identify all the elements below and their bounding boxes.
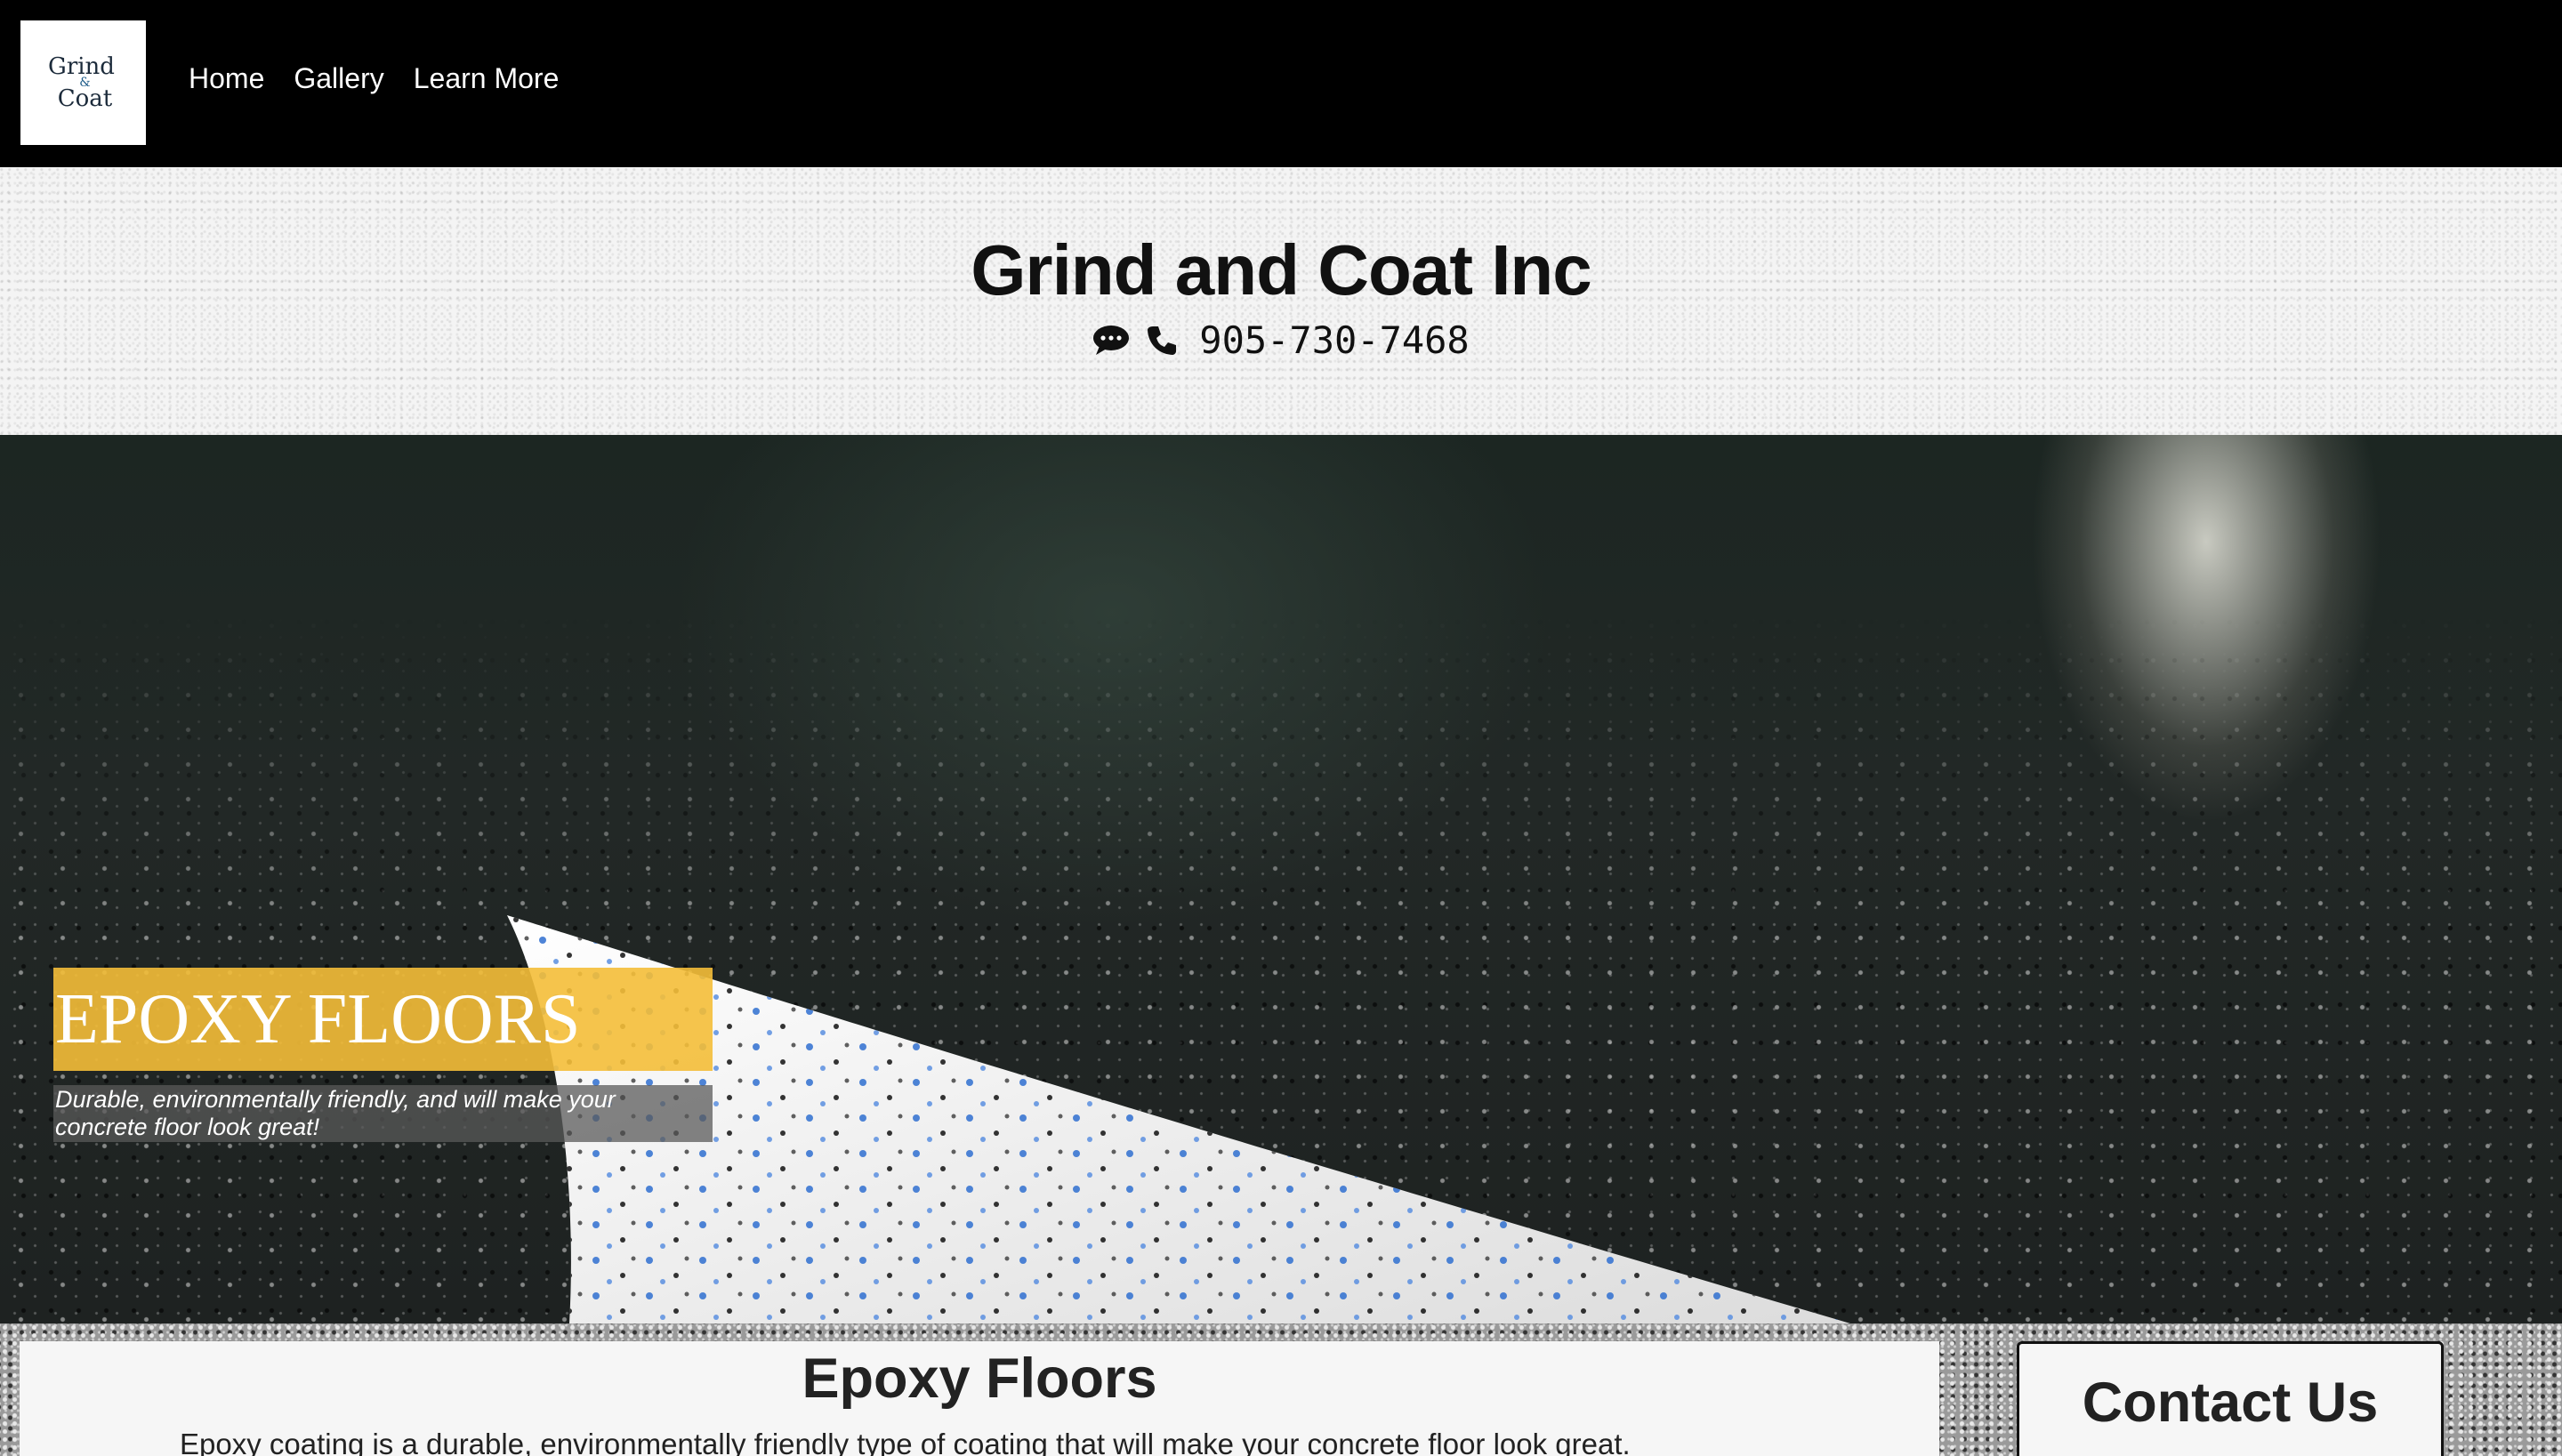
site-title: Grind and Coat Inc: [971, 230, 1592, 310]
chat-icon[interactable]: [1092, 325, 1130, 357]
logo-line-2: Coat: [57, 85, 113, 112]
contact-title: Contact Us: [2082, 1372, 2379, 1434]
hero-title: EPOXY FLOORS: [53, 968, 713, 1071]
main-content-card: Epoxy Floors Epoxy coating is a durable,…: [20, 1341, 1939, 1456]
phone-icon[interactable]: [1146, 325, 1178, 357]
hero-subtitle-line-1: Durable, environmentally friendly, and w…: [55, 1086, 616, 1113]
site-logo[interactable]: Grind & Coat: [20, 20, 146, 145]
phone-number-link[interactable]: 905-730-7468: [1199, 318, 1469, 362]
section-title: Epoxy Floors: [802, 1347, 1157, 1410]
top-navbar: Grind & Coat Home Gallery Learn More: [0, 0, 2562, 167]
hero-subtitle-line-2: concrete floor look great!: [55, 1114, 320, 1140]
contact-line: 905-730-7468: [0, 318, 2562, 362]
nav-link-gallery[interactable]: Gallery: [294, 62, 383, 95]
nav-link-learn-more[interactable]: Learn More: [414, 62, 560, 95]
nav-link-home[interactable]: Home: [189, 62, 264, 95]
hero-light-wedge: [507, 915, 1850, 1323]
hero-subtitle: Durable, environmentally friendly, and w…: [53, 1085, 713, 1142]
contact-card: Contact Us: [2017, 1341, 2444, 1456]
nav-links: Home Gallery Learn More: [189, 62, 559, 95]
site-header: Grind and Coat Inc 905-730-7468: [0, 167, 2562, 435]
section-intro-text: Epoxy coating is a durable, environmenta…: [180, 1428, 1631, 1456]
hero-banner: [0, 435, 2562, 1323]
